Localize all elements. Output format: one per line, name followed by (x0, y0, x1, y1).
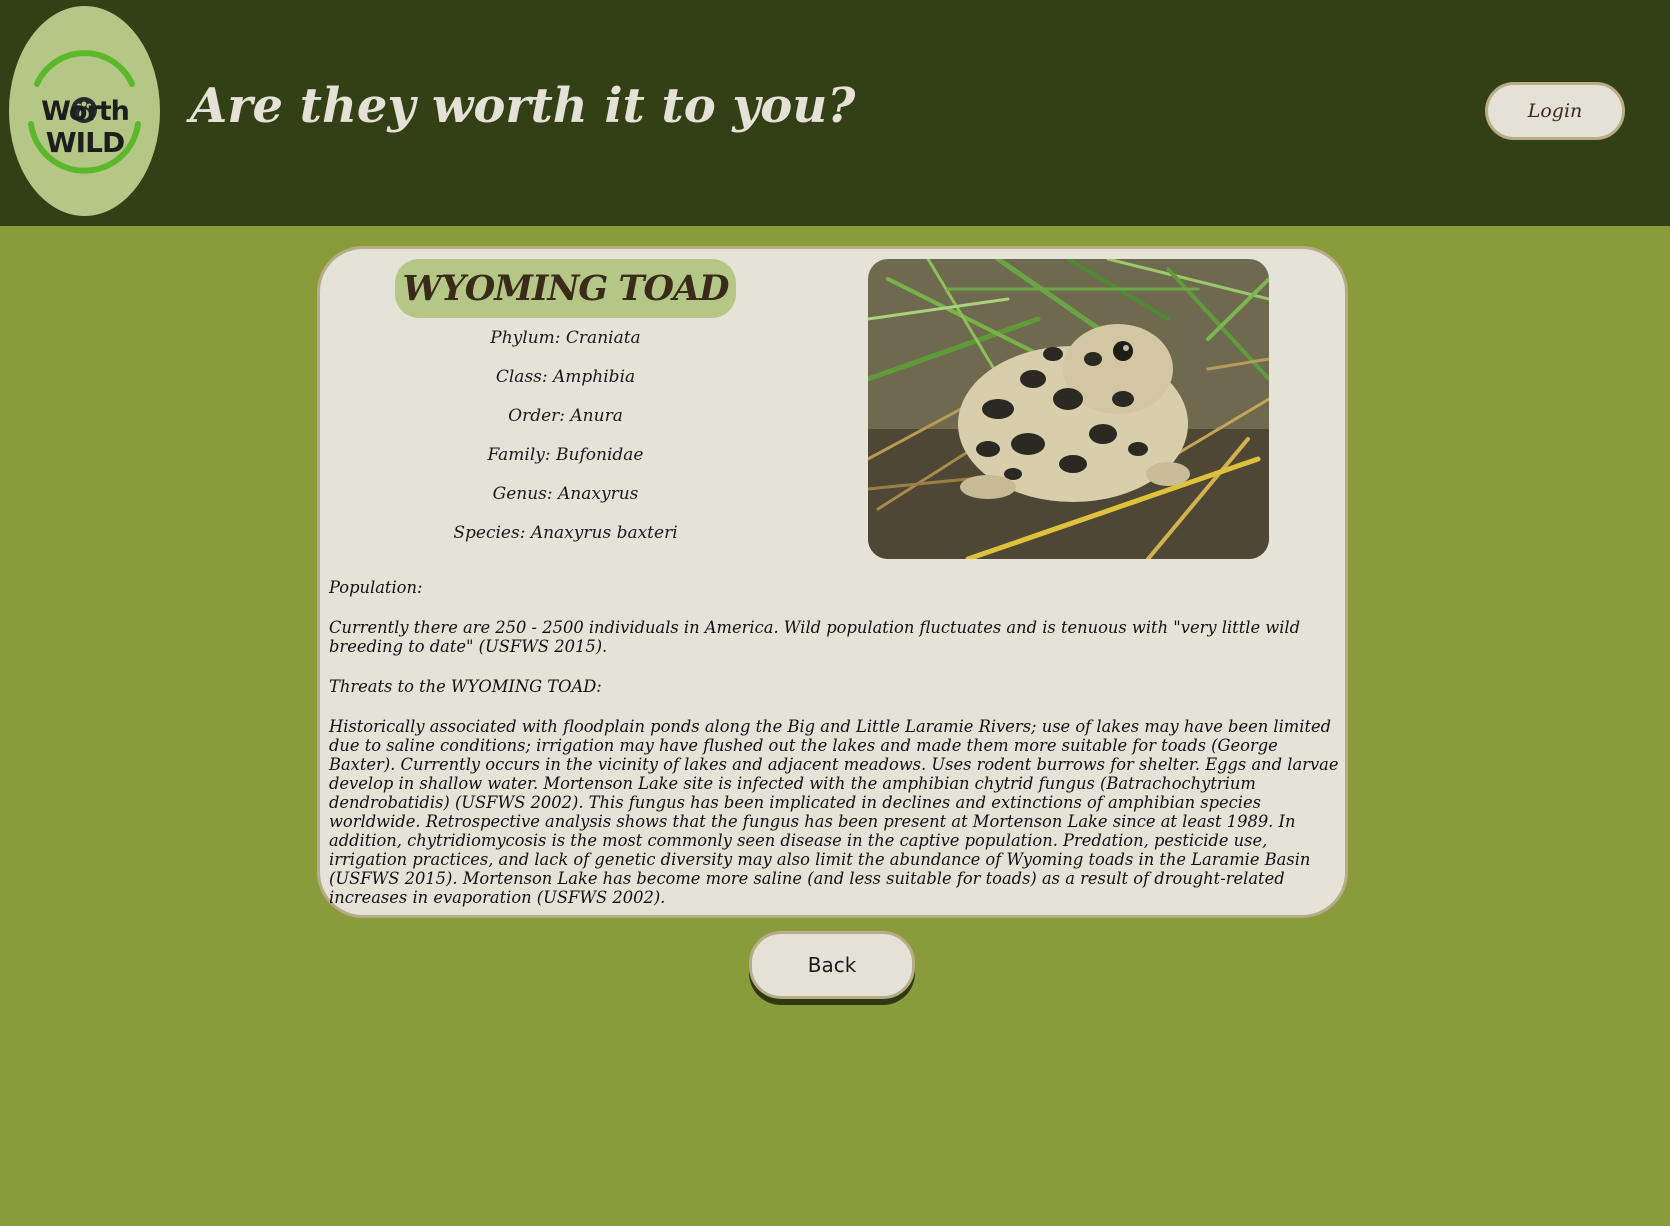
toad-photo (868, 259, 1269, 559)
page-tagline: Are they worth it to you? (190, 78, 856, 134)
taxonomy-genus: Genus: Anaxyrus (492, 484, 639, 504)
worth-wild-logo[interactable]: Worth WILD (9, 6, 160, 216)
svg-text:WILD: WILD (46, 126, 124, 159)
svg-text:Worth: Worth (41, 96, 129, 127)
population-text: Currently there are 250 - 2500 individua… (329, 618, 1301, 656)
login-button[interactable]: Login (1485, 82, 1625, 140)
threats-heading: Threats to the WYOMING TOAD: (329, 677, 602, 696)
taxonomy-family: Family: Bufonidae (487, 445, 644, 465)
taxonomy-class: Class: Amphibia (495, 367, 636, 387)
taxonomy-order: Order: Anura (508, 406, 623, 426)
taxonomy-list: Phylum: Craniata Class: Amphibia Order: … (400, 326, 731, 560)
population-heading: Population: (329, 578, 423, 597)
logo-icon: Worth WILD (28, 50, 141, 174)
taxonomy-phylum: Phylum: Craniata (490, 328, 641, 348)
header: Worth WILD Are they worth it to you? Log… (0, 0, 1670, 226)
animal-name: WYOMING TOAD (395, 259, 736, 318)
details-section: Population: Currently there are 250 - 25… (329, 578, 1339, 907)
taxonomy-species: Species: Anaxyrus baxteri (453, 523, 678, 543)
back-button[interactable]: Back (749, 931, 915, 999)
threats-text: Historically associated with floodplain … (329, 717, 1339, 907)
